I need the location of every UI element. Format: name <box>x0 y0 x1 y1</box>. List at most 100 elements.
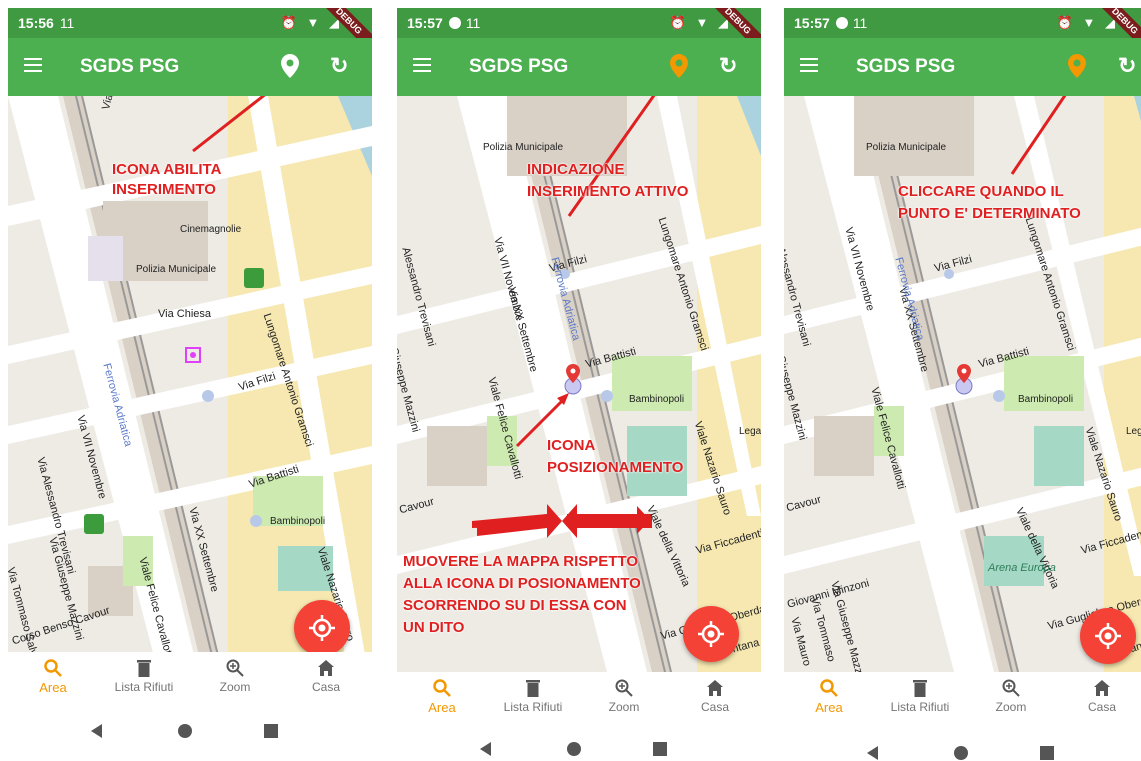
home-icon <box>1094 680 1110 696</box>
trash-icon <box>526 680 540 697</box>
annotation: CLICCARE QUANDO IL <box>898 183 1064 200</box>
map-label: Bambinopoli <box>1018 394 1074 405</box>
recents-button[interactable] <box>264 724 278 738</box>
map-label: Bambinopoli <box>629 394 685 405</box>
menu-icon[interactable] <box>24 58 42 72</box>
annotation: INSERIMENTO ATTIVO <box>527 183 689 200</box>
nav-casa[interactable]: Casa <box>670 676 760 714</box>
status-bar: 15:57 11 ⏰ ▼ ◢ DEBUG <box>397 8 761 58</box>
refresh-icon[interactable]: ↻ <box>330 55 348 77</box>
zoom-icon <box>615 679 633 697</box>
map-label: Lega <box>1126 426 1141 437</box>
search-icon <box>44 659 62 677</box>
status-time: 15:56 <box>18 15 54 31</box>
menu-icon[interactable] <box>413 58 431 72</box>
nav-area[interactable]: Area <box>8 656 98 695</box>
bottom-navigation: Area Lista Rifiuti Zoom Casa <box>397 672 761 726</box>
status-icons: ⏰ ▼ ◢ <box>1056 15 1118 30</box>
nav-lista-rifiuti[interactable]: Lista Rifiuti <box>99 656 189 694</box>
recents-button[interactable] <box>1040 746 1054 760</box>
my-location-button[interactable] <box>1080 608 1136 664</box>
status-dot-icon <box>448 17 461 29</box>
app-bar: SGDS PSG ↻ <box>8 38 372 96</box>
status-icons: ⏰ ▼ ◢ <box>669 15 731 30</box>
back-button[interactable] <box>91 724 102 738</box>
location-pin-icon[interactable] <box>670 54 688 83</box>
bottom-navigation: Area Lista Rifiuti Zoom Casa <box>8 652 372 706</box>
system-navigation <box>397 730 761 761</box>
location-pin-icon[interactable] <box>281 54 299 83</box>
home-button[interactable] <box>567 742 581 756</box>
recents-button[interactable] <box>653 742 667 756</box>
home-button[interactable] <box>178 724 192 738</box>
annotation: ICONA ABILITA <box>112 161 222 178</box>
my-location-button[interactable] <box>683 606 739 662</box>
map-label: Via Chiesa <box>158 308 211 320</box>
system-navigation <box>784 734 1141 761</box>
status-time: 15:57 <box>794 15 830 31</box>
status-bar: 15:57 11 ⏰ ▼ ◢ DEBUG <box>784 8 1141 58</box>
home-button[interactable] <box>954 746 968 760</box>
map-view[interactable]: Polizia Municipale Via Filzi Via Battist… <box>397 96 761 672</box>
status-icons: ⏰ ▼ ◢ <box>280 15 342 30</box>
refresh-icon[interactable]: ↻ <box>1118 55 1136 77</box>
phone-screen-2: 15:57 11 ⏰ ▼ ◢ DEBUG SGDS PSG ↻ Polizia … <box>397 8 761 761</box>
back-button[interactable] <box>867 746 878 760</box>
trash-icon <box>137 660 151 677</box>
map-label: Polizia Municipale <box>483 142 564 153</box>
home-icon <box>318 660 334 676</box>
phone-screen-3: 15:57 11 ⏰ ▼ ◢ DEBUG SGDS PSG ↻ Polizia … <box>784 8 1141 761</box>
map-view[interactable]: Viale Vittorio Veneto Via Chiesa Via Fil… <box>8 96 372 672</box>
status-indicators: 11 <box>852 15 868 31</box>
app-bar: SGDS PSG ↻ <box>784 38 1141 96</box>
back-button[interactable] <box>480 742 491 756</box>
crosshair-icon <box>309 615 335 641</box>
system-navigation <box>8 712 372 752</box>
nav-zoom[interactable]: Zoom <box>579 676 669 714</box>
nav-casa[interactable]: Casa <box>1057 676 1141 714</box>
nav-label: Area <box>39 680 67 695</box>
zoom-icon <box>226 659 244 677</box>
nav-label: Zoom <box>608 700 640 714</box>
search-icon <box>820 679 838 697</box>
my-location-button[interactable] <box>294 600 350 656</box>
location-pin-icon[interactable] <box>1068 54 1086 83</box>
bottom-navigation: Area Lista Rifiuti Zoom Casa <box>784 672 1141 726</box>
status-dot-icon <box>835 17 848 29</box>
nav-label: Casa <box>700 700 729 714</box>
crosshair-icon <box>1095 623 1121 649</box>
nav-zoom[interactable]: Zoom <box>966 676 1056 714</box>
nav-label: Lista Rifiuti <box>890 700 950 714</box>
nav-label: Lista Rifiuti <box>114 680 174 694</box>
annotation: MUOVERE LA MAPPA RISPETTO <box>403 553 639 570</box>
home-icon <box>707 680 723 696</box>
map-label: Arena Europa <box>988 562 1056 574</box>
map-view[interactable]: Polizia Municipale Via Filzi Via Battist… <box>784 96 1141 672</box>
map-label: Cinemagnolie <box>180 224 242 235</box>
nav-label: Zoom <box>995 700 1027 714</box>
app-title: SGDS PSG <box>469 56 569 77</box>
crosshair-icon <box>698 621 724 647</box>
annotation: ALLA ICONA DI POSIONAMENTO <box>403 575 641 592</box>
app-title: SGDS PSG <box>856 56 956 77</box>
search-icon <box>433 679 451 697</box>
status-bar: 15:56 11 ⏰ ▼ ◢ DEBUG <box>8 8 372 58</box>
annotation: ICONA <box>547 437 596 454</box>
annotation: UN DITO <box>403 619 465 636</box>
status-indicators: 11 <box>59 15 75 31</box>
phone-screen-1: 15:56 11 ⏰ ▼ ◢ DEBUG SGDS PSG ↻ Via Chie… <box>8 8 372 761</box>
map-label: Lega <box>739 426 761 437</box>
menu-icon[interactable] <box>800 58 818 72</box>
nav-label: Casa <box>311 680 340 694</box>
map-label: Polizia Municipale <box>866 142 947 153</box>
nav-label: Zoom <box>219 680 251 694</box>
app-title: SGDS PSG <box>80 56 180 77</box>
nav-lista-rifiuti[interactable]: Lista Rifiuti <box>875 676 965 714</box>
nav-area[interactable]: Area <box>784 676 874 715</box>
nav-area[interactable]: Area <box>397 676 487 715</box>
nav-casa[interactable]: Casa <box>281 656 371 694</box>
nav-zoom[interactable]: Zoom <box>190 656 280 694</box>
nav-lista-rifiuti[interactable]: Lista Rifiuti <box>488 676 578 714</box>
refresh-icon[interactable]: ↻ <box>719 55 737 77</box>
annotation: INSERIMENTO <box>112 181 216 198</box>
